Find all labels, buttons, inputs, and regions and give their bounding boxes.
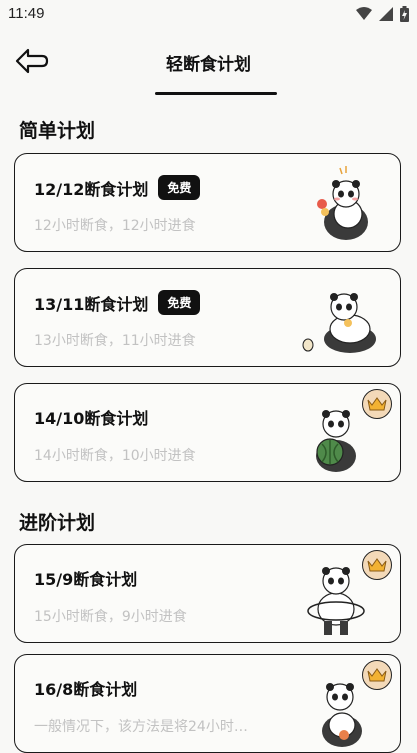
title-underline: [155, 92, 277, 95]
plan-card-12-12[interactable]: 12/12断食计划 免费 12小时断食，12小时进食: [14, 153, 401, 252]
plan-title: 16/8断食计划: [34, 680, 138, 699]
free-badge: 免费: [158, 175, 201, 200]
page-title: 轻断食计划: [166, 55, 251, 75]
card-title-row: 14/10断食计划: [34, 405, 148, 429]
premium-badge: [362, 389, 392, 419]
plan-title: 13/11断食计划: [34, 294, 149, 314]
plan-title: 14/10断食计划: [34, 409, 149, 428]
panda-illustration: [317, 166, 368, 240]
wifi-icon: [356, 7, 372, 20]
free-badge: 免费: [158, 290, 201, 315]
plan-description: 15小时断食，9小时进食: [34, 609, 187, 625]
card-title-row: 12/12断食计划 免费: [34, 175, 201, 200]
premium-badge: [362, 550, 392, 580]
signal-icon: [379, 7, 393, 21]
crown-icon: [367, 668, 387, 682]
plan-title: 15/9断食计划: [34, 570, 138, 589]
card-title-row: 13/11断食计划 免费: [34, 290, 201, 315]
crown-icon: [367, 397, 387, 411]
status-icons: [356, 6, 409, 22]
section-title-simple: 简单计划: [19, 120, 96, 142]
section-title-advanced: 进阶计划: [19, 512, 96, 534]
plan-card-13-11[interactable]: 13/11断食计划 免费 13小时断食，11小时进食: [14, 268, 401, 367]
plan-title: 12/12断食计划: [34, 179, 149, 199]
plan-description: 一般情况下，该方法是将24小时…: [34, 719, 248, 735]
panda-illustration: [302, 293, 376, 353]
plan-description: 14小时断食，10小时进食: [34, 448, 196, 464]
plan-description: 13小时断食，11小时进食: [34, 333, 196, 349]
battery-icon: [400, 6, 409, 22]
premium-badge: [362, 660, 392, 690]
app-header: 轻断食计划: [0, 38, 417, 96]
status-time: 11:49: [8, 5, 45, 22]
plan-description: 12小时断食，12小时进食: [34, 218, 196, 234]
status-bar: 11:49: [0, 0, 417, 30]
card-title-row: 15/9断食计划: [34, 566, 137, 590]
card-title-row: 16/8断食计划: [34, 676, 137, 700]
plan-card-15-9[interactable]: 15/9断食计划 15小时断食，9小时进食: [14, 544, 401, 643]
crown-icon: [367, 558, 387, 572]
plan-card-14-10[interactable]: 14/10断食计划 14小时断食，10小时进食: [14, 383, 401, 482]
plan-card-16-8[interactable]: 16/8断食计划 一般情况下，该方法是将24小时…: [14, 654, 401, 753]
